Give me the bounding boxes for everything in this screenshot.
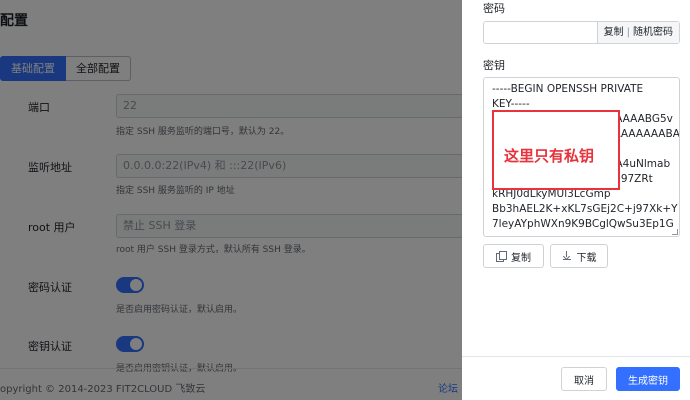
annotation-text: 这里只有私钥 bbox=[504, 147, 595, 165]
random-password-button[interactable]: 随机密码 bbox=[633, 22, 673, 43]
cancel-button[interactable]: 取消 bbox=[561, 367, 607, 391]
copy-key-button[interactable]: 复制 bbox=[483, 244, 544, 268]
key-label: 密钥 bbox=[483, 59, 505, 72]
annotation-callout: 这里只有私钥 bbox=[492, 110, 620, 190]
password-input[interactable]: 复制 | 随机密码 bbox=[483, 21, 680, 44]
key-line: Bb3hAEL2K+xKL7sGEj2C+j97Xk+Y bbox=[492, 203, 678, 215]
separator: | bbox=[626, 27, 630, 38]
download-key-label: 下载 bbox=[576, 252, 597, 264]
resize-handle-icon[interactable] bbox=[672, 229, 678, 235]
key-line: 7leyAYphWXn9K9BCglQwSu3Ep1G bbox=[492, 218, 674, 230]
copy-key-label: 复制 bbox=[511, 252, 531, 264]
download-icon bbox=[562, 251, 572, 261]
drawer-footer-divider bbox=[462, 356, 690, 357]
copy-icon bbox=[496, 251, 507, 262]
key-line: -----BEGIN OPENSSH PRIVATE bbox=[492, 83, 644, 95]
password-actions: 复制 | 随机密码 bbox=[596, 22, 679, 43]
modal-overlay[interactable] bbox=[0, 0, 462, 400]
copy-password-button[interactable]: 复制 bbox=[604, 22, 624, 43]
download-key-button[interactable]: 下载 bbox=[550, 244, 608, 268]
generate-key-button[interactable]: 生成密钥 bbox=[616, 367, 680, 391]
password-label: 密码 bbox=[483, 2, 505, 15]
generate-key-drawer: 密码 复制 | 随机密码 密钥 -----BEGIN OPENSSH PRIVA… bbox=[462, 0, 690, 400]
